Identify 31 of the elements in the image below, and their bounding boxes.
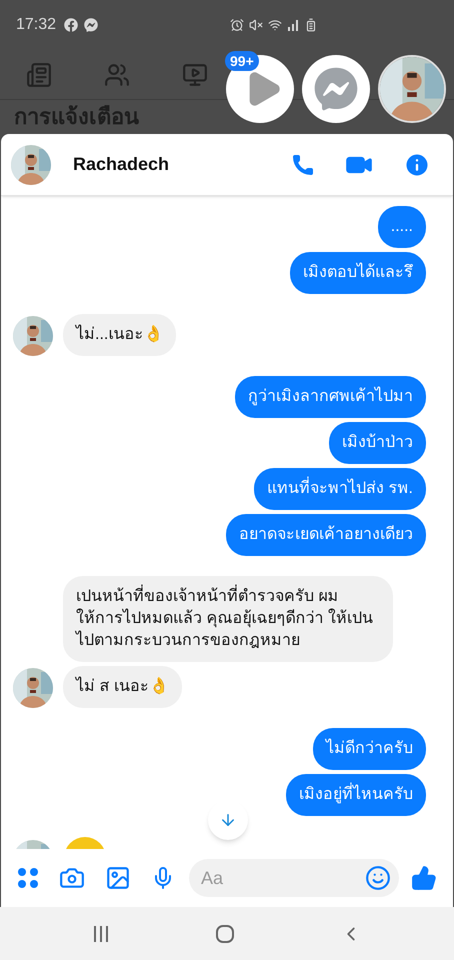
facebook-icon bbox=[64, 18, 78, 32]
message-bubble: ไม่ ส เนอะ👌 bbox=[63, 666, 182, 708]
message-bubble: เมิงบ้าป่าว bbox=[329, 422, 426, 464]
recent-apps-icon[interactable] bbox=[92, 924, 110, 942]
signal-icon bbox=[287, 19, 299, 31]
message-bubble: เปนหน้าที่ของเจ้าหน้าที่ตำรวจครับ ผม ให้การไปหมดแล้ว คุณอยุ้เฉยๆดีกว่า ให้เปนไปตามกระบวนการของกฎหมาย bbox=[63, 576, 393, 662]
message-field[interactable]: Aa bbox=[189, 859, 399, 897]
like-icon[interactable] bbox=[411, 865, 437, 891]
message-bubble: ..... bbox=[378, 206, 426, 248]
messenger-icon bbox=[314, 67, 358, 111]
message-bubble: อยาดจะเยดเค้าอยางเดียว bbox=[226, 514, 426, 556]
battery-icon bbox=[304, 18, 318, 32]
status-time: 17:32 bbox=[16, 15, 56, 35]
message-bubble: กูว่าเมิงลากศพเค้าไปมา bbox=[235, 376, 426, 418]
gallery-icon[interactable] bbox=[105, 865, 131, 891]
contact-name: Rachadech bbox=[73, 153, 170, 176]
wifi-icon bbox=[268, 18, 282, 32]
message-bubble: แทนที่จะพาไปส่ง รพ. bbox=[254, 468, 426, 510]
scroll-down-button[interactable] bbox=[208, 800, 248, 840]
message-bubble: เมิงตอบได้และรึ bbox=[290, 252, 426, 294]
apps-icon[interactable] bbox=[17, 867, 39, 889]
mute-icon bbox=[249, 18, 263, 32]
badge: 99+ bbox=[225, 51, 259, 71]
message-bubble: ไม่...เนอะ👌 bbox=[63, 314, 176, 356]
message-bubble: เมิงอยู่ที่ไหนครับ bbox=[286, 774, 426, 816]
phone-icon[interactable] bbox=[291, 152, 315, 176]
arrow-down-icon bbox=[219, 811, 237, 829]
alarm-icon bbox=[230, 18, 244, 32]
message-bubble: ไม่ดีกว่าครับ bbox=[313, 728, 426, 770]
home-icon[interactable] bbox=[214, 924, 235, 944]
messenger-icon bbox=[84, 18, 98, 32]
